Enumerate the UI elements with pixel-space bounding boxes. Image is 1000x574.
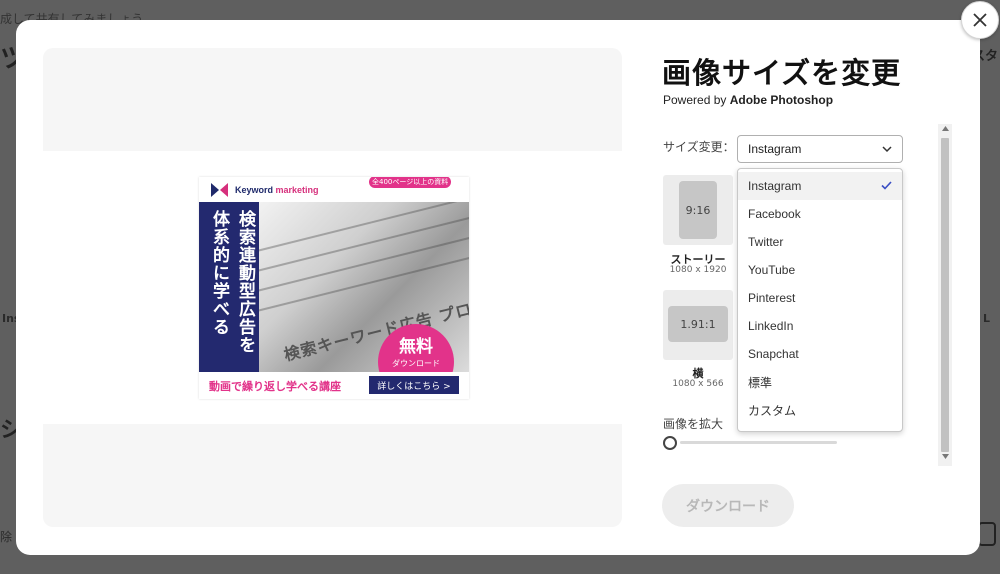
free-badge-title: 無料	[399, 337, 433, 357]
background-text: 除	[0, 530, 13, 544]
free-badge-subtitle: ダウンロード	[392, 359, 440, 368]
select-value: Instagram	[748, 142, 802, 156]
background-label: L	[982, 312, 990, 325]
size-preset-dropdown: Instagram Facebook Twitter YouTube Pinte…	[737, 168, 903, 432]
zoom-slider-handle[interactable]	[663, 436, 677, 450]
scroll-up-arrow-icon[interactable]	[938, 126, 952, 136]
powered-by-text: Powered by Adobe Photoshop	[663, 93, 834, 107]
checkmark-icon	[881, 181, 892, 190]
close-icon	[973, 13, 987, 27]
modal-title: 画像サイズを変更	[662, 56, 902, 90]
banner-headline-line2: 体系的に学べる	[209, 210, 229, 336]
banner-footer: 動画で繰り返し学べる講座 詳しくはこちら >	[199, 372, 469, 399]
preset-landscape-dimensions: 1080 x 566	[672, 379, 724, 389]
size-preset-select[interactable]: Instagram	[737, 135, 903, 163]
video-icon	[978, 522, 996, 546]
dropdown-option-linkedin[interactable]: LinkedIn	[738, 312, 902, 340]
photo-line	[259, 202, 469, 256]
banner-headline-line1: 検索連動型広告を	[235, 210, 255, 354]
panel-scrollbar[interactable]	[938, 124, 952, 466]
dropdown-option-custom[interactable]: カスタム	[738, 396, 902, 424]
logo-text: Keyword marketing	[235, 185, 319, 195]
zoom-slider-track[interactable]	[680, 441, 837, 444]
download-button[interactable]: ダウンロード	[662, 484, 794, 527]
banner-footer-text: 動画で繰り返し学べる講座	[209, 380, 341, 393]
dropdown-option-facebook[interactable]: Facebook	[738, 200, 902, 228]
landscape-ratio-thumb: 1.91:1	[668, 306, 728, 342]
chevron-down-icon	[882, 146, 892, 153]
resize-image-modal: Keyword marketing 検索連動型広告を 体系的に学べる 検索キーワ…	[16, 20, 980, 555]
zoom-label: 画像を拡大	[663, 417, 724, 431]
logo-mark-icon	[211, 183, 229, 197]
photoshop-brand: Adobe Photoshop	[729, 93, 834, 107]
keyword-marketing-logo: Keyword marketing	[211, 182, 319, 198]
ad-banner-image: Keyword marketing 検索連動型広告を 体系的に学べる 検索キーワ…	[199, 177, 469, 399]
dropdown-option-twitter[interactable]: Twitter	[738, 228, 902, 256]
dropdown-option-instagram[interactable]: Instagram	[738, 172, 902, 200]
banner-headline-block: 検索連動型広告を 体系的に学べる	[199, 202, 259, 372]
banner-details-button: 詳しくはこちら >	[369, 376, 459, 394]
dropdown-option-snapchat[interactable]: Snapchat	[738, 340, 902, 368]
story-ratio-thumb: 9:16	[679, 181, 717, 239]
image-preview-area: Keyword marketing 検索連動型広告を 体系的に学べる 検索キーワ…	[43, 48, 622, 527]
close-button[interactable]	[961, 1, 999, 39]
dropdown-option-youtube[interactable]: YouTube	[738, 256, 902, 284]
free-badge-pretext: 全400ページ以上の資料	[369, 177, 452, 188]
resize-label: サイズ変更：	[663, 140, 735, 154]
scrollbar-thumb[interactable]	[941, 138, 949, 452]
preset-story[interactable]: 9:16	[663, 175, 733, 245]
preset-landscape[interactable]: 1.91:1	[663, 290, 733, 360]
scroll-down-arrow-icon[interactable]	[938, 454, 952, 464]
dropdown-option-pinterest[interactable]: Pinterest	[738, 284, 902, 312]
dropdown-option-standard[interactable]: 標準	[738, 368, 902, 396]
preset-story-dimensions: 1080 x 1920	[669, 265, 727, 275]
